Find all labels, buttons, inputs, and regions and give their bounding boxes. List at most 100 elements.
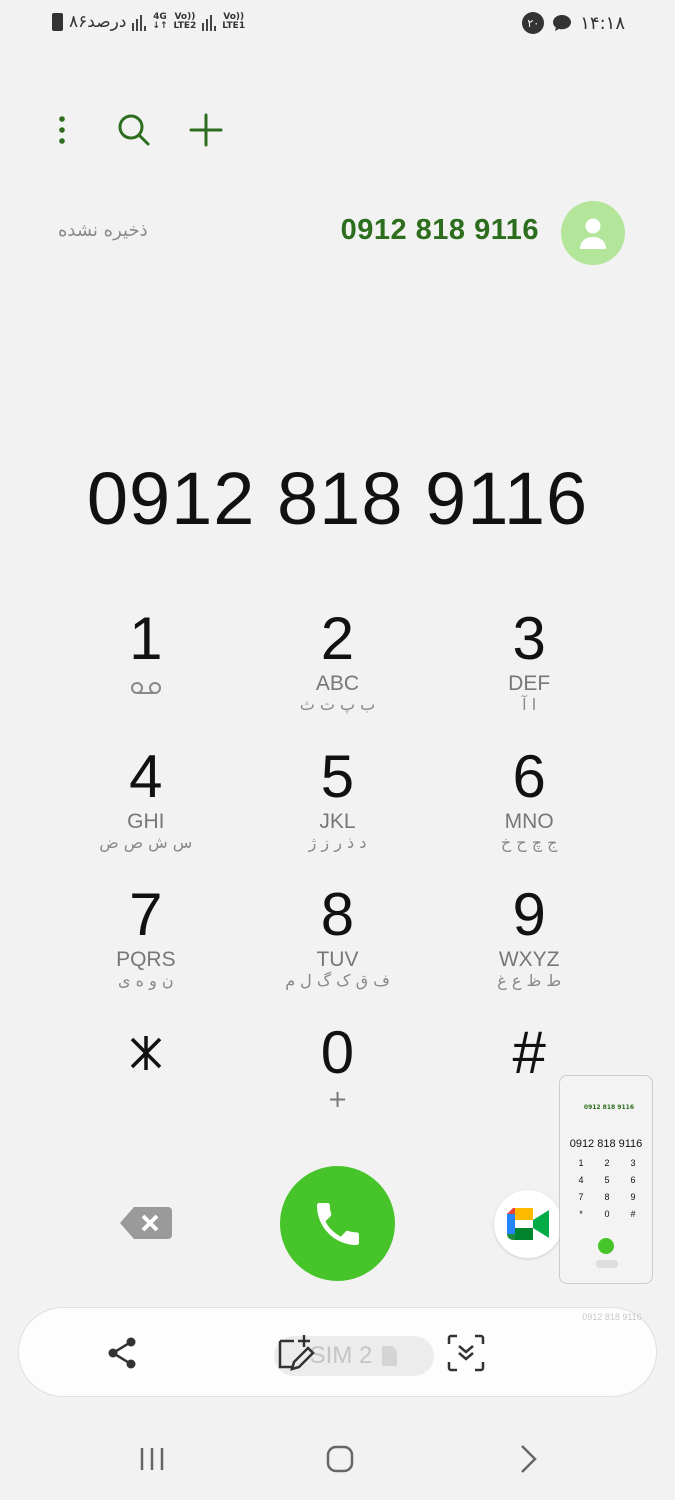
backspace-button[interactable] xyxy=(118,1205,174,1241)
dialed-number-display[interactable]: 0912 818 9116 xyxy=(0,456,675,541)
status-right: ۲۰ ۱۴:۱۸ xyxy=(522,12,625,34)
key-persian-letters: د ذ ر ز ژ xyxy=(308,833,367,852)
clock: ۱۴:۱۸ xyxy=(580,12,625,34)
home-button[interactable] xyxy=(315,1439,365,1479)
navigation-bar xyxy=(0,1425,675,1495)
key-persian-letters: ف ق ک گ ل م xyxy=(285,971,390,990)
thumbnail-key: 4 xyxy=(578,1175,584,1185)
more-options-button[interactable] xyxy=(40,108,84,152)
plus-icon xyxy=(189,113,223,147)
key-digit: 5 xyxy=(320,743,355,810)
thumbnail-key: 5 xyxy=(604,1175,610,1185)
share-button[interactable] xyxy=(99,1330,145,1376)
key-persian-letters: ا آ xyxy=(522,695,537,714)
call-button[interactable] xyxy=(280,1166,395,1281)
status-left: ۸۶درصد 4G ↓↑ Vo)) LTE2 Vo)) LTE1 xyxy=(52,12,245,32)
key-letters: GHI xyxy=(127,810,165,833)
top-actions xyxy=(40,108,228,152)
google-meet-icon xyxy=(507,1208,549,1240)
key-letters: + xyxy=(327,1085,348,1113)
key-digit: # xyxy=(512,1019,546,1086)
key-letters: PQRS xyxy=(116,948,176,971)
volte-lte2: Vo)) LTE2 xyxy=(173,12,197,31)
thumbnail-key: 3 xyxy=(630,1158,636,1168)
thumbnail-key: 2 xyxy=(604,1158,610,1168)
key-9[interactable]: 9 WXYZ ط ظ ع غ xyxy=(433,881,625,1019)
background-keypad-ghost: 0912 818 9116 xyxy=(575,1312,649,1394)
key-letters: JKL xyxy=(319,810,356,833)
thumbnail-key: 7 xyxy=(578,1192,584,1202)
thumbnail-key: 9 xyxy=(630,1192,636,1202)
key-0[interactable]: 0 + xyxy=(242,1019,434,1157)
search-button[interactable] xyxy=(112,108,156,152)
person-icon xyxy=(580,218,606,249)
thumbnail-key: 1 xyxy=(578,1158,584,1168)
thumbnail-key: 8 xyxy=(604,1192,610,1202)
back-button[interactable] xyxy=(503,1439,553,1479)
thumbnail-key: # xyxy=(630,1209,636,1219)
key-persian-letters: ب پ ت ث xyxy=(299,695,376,714)
volte-lte1: Vo)) LTE1 xyxy=(222,12,246,31)
thumbnail-key: * xyxy=(579,1209,583,1219)
home-icon xyxy=(326,1445,354,1473)
signal-icon xyxy=(202,13,217,31)
key-8[interactable]: 8 TUV ف ق ک گ ل م xyxy=(242,881,434,1019)
screenshot-thumbnail[interactable]: 0912 818 9116 0912 818 9116 1 2 3 4 5 6 … xyxy=(559,1075,653,1284)
sim-label: SIM 2 xyxy=(309,1342,373,1369)
thumbnail-keypad: 1 2 3 4 5 6 7 8 9 * 0 # xyxy=(568,1158,646,1219)
scroll-capture-button[interactable] xyxy=(443,1330,489,1376)
key-3[interactable]: 3 DEF ا آ xyxy=(433,605,625,743)
contact-suggestion[interactable]: ذخیره نشده 0912 818 9116 xyxy=(0,200,675,266)
network-lte2: 4G ↓↑ xyxy=(152,12,168,31)
key-digit: 2 xyxy=(320,605,355,672)
key-digit: 8 xyxy=(320,881,355,948)
screenshot-toolbar: SIM 2 0912 818 9116 xyxy=(18,1307,657,1397)
search-icon xyxy=(118,114,150,146)
key-letters: WXYZ xyxy=(498,948,560,971)
thumbnail-key: 6 xyxy=(630,1175,636,1185)
video-call-button[interactable] xyxy=(494,1190,562,1258)
key-5[interactable]: 5 JKL د ذ ر ز ژ xyxy=(242,743,434,881)
voicemail-icon xyxy=(130,682,161,694)
thumbnail-call-icon xyxy=(598,1238,614,1254)
key-7[interactable]: 7 PQRS ن و ه ی xyxy=(50,881,242,1019)
ghost-number: 0912 818 9116 xyxy=(582,1312,642,1322)
key-6[interactable]: 6 MNO ج چ ح خ xyxy=(433,743,625,881)
recents-icon xyxy=(140,1448,164,1470)
key-persian-letters: ن و ه ی xyxy=(118,971,174,990)
key-letters: TUV xyxy=(316,948,359,971)
key-2[interactable]: 2 ABC ب پ ت ث xyxy=(242,605,434,743)
share-icon xyxy=(108,1337,136,1369)
thumbnail-number: 0912 818 9116 xyxy=(569,1138,643,1150)
key-digit: 1 xyxy=(129,605,163,672)
back-icon xyxy=(521,1445,537,1473)
battery-text: ۸۶درصد xyxy=(69,12,127,32)
edit-screenshot-button[interactable] xyxy=(273,1330,319,1376)
thumbnail-key: 0 xyxy=(604,1209,610,1219)
key-1[interactable]: 1 xyxy=(50,605,242,743)
key-digit: 9 xyxy=(512,881,546,948)
battery-icon xyxy=(52,13,63,31)
key-digit: 7 xyxy=(129,881,163,948)
suggested-number: 0912 818 9116 xyxy=(340,214,539,246)
key-letters: ABC xyxy=(315,672,360,695)
sim-card-icon xyxy=(382,1346,398,1366)
key-4[interactable]: 4 GHI س ش ص ض xyxy=(50,743,242,881)
key-persian-letters: ج چ ح خ xyxy=(500,833,558,852)
edit-screenshot-icon xyxy=(278,1335,315,1371)
asterisk-icon xyxy=(130,1036,162,1070)
backspace-icon xyxy=(120,1207,172,1239)
scroll-capture-icon xyxy=(447,1334,485,1372)
key-digit: 4 xyxy=(129,743,163,810)
key-digit: 6 xyxy=(512,743,546,810)
key-digit: 0 xyxy=(320,1019,355,1086)
key-star[interactable] xyxy=(50,1019,242,1157)
more-vert-icon xyxy=(59,116,65,144)
add-contact-button[interactable] xyxy=(184,108,228,152)
recents-button[interactable] xyxy=(127,1439,177,1479)
chat-icon xyxy=(553,15,572,31)
phone-icon xyxy=(316,1202,359,1245)
key-letters: MNO xyxy=(504,810,554,833)
key-persian-letters: ط ظ ع غ xyxy=(497,971,562,990)
save-state-label: ذخیره نشده xyxy=(58,220,148,241)
